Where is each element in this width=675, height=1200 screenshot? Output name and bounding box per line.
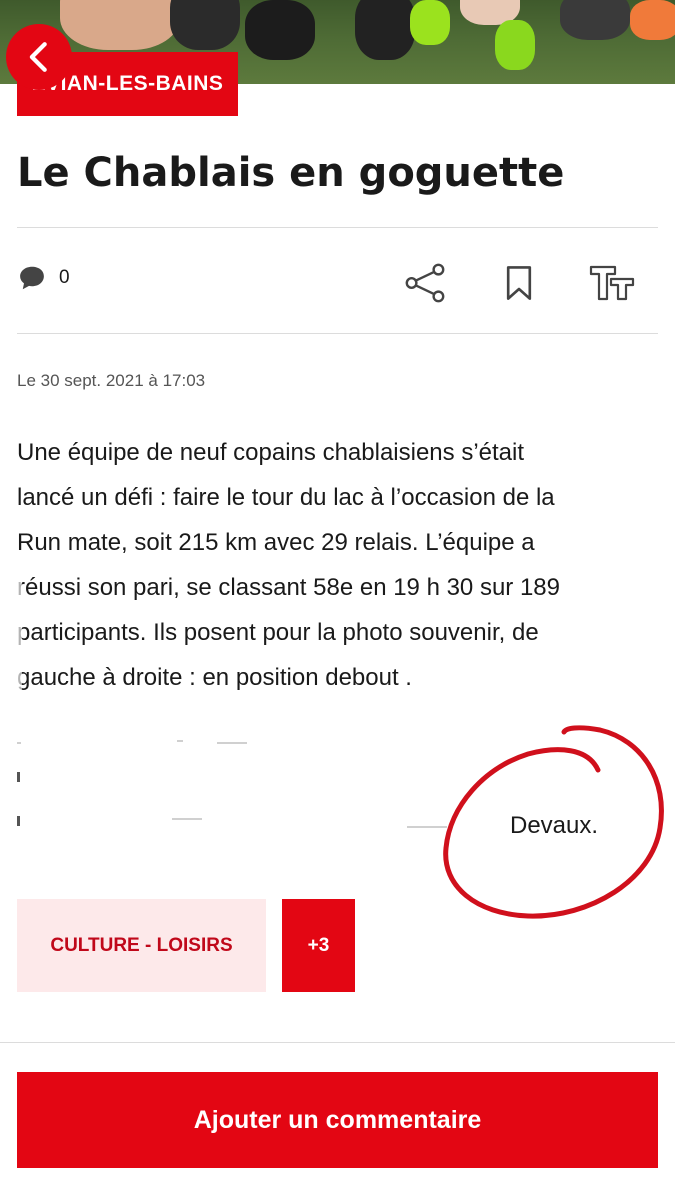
visible-name: Devaux. (510, 812, 599, 839)
body-line: réussi son pari, se classant 58e en 19 h… (17, 574, 560, 601)
chevron-left-icon (29, 42, 47, 72)
publish-date: Le 30 sept. 2021 à 17:03 (17, 371, 206, 390)
back-button[interactable] (6, 24, 72, 90)
more-tags-button[interactable]: +3 (282, 899, 355, 992)
bookmark-button[interactable] (494, 258, 544, 308)
comment-icon (20, 266, 44, 290)
article-body: Une équipe de neuf copains chablaisiens … (17, 430, 657, 700)
body-line: gauche à droite : en position debout . (17, 664, 412, 691)
tag-culture-loisirs[interactable]: CULTURE - LOISIRS (17, 899, 266, 992)
comments-link[interactable]: 0 (17, 263, 70, 293)
text-size-button[interactable] (587, 258, 637, 308)
divider (0, 1042, 675, 1043)
article-toolbar: 0 (17, 228, 658, 334)
divider (17, 333, 658, 334)
body-line: participants. Ils posent pour la photo s… (17, 619, 539, 646)
add-comment-button[interactable]: Ajouter un commentaire (17, 1072, 658, 1168)
edited-mask (0, 560, 22, 710)
share-button[interactable] (400, 258, 450, 308)
text-size-icon (589, 265, 635, 301)
bookmark-icon (506, 266, 532, 300)
body-line: Run mate, soit 215 km avec 29 relais. L’… (17, 529, 535, 556)
body-line: Une équipe de neuf copains chablaisiens … (17, 439, 525, 466)
body-line: lancé un défi : faire le tour du lac à l… (17, 484, 555, 511)
article-title: Le Chablais en goguette (17, 150, 565, 196)
comment-count: 0 (59, 267, 70, 288)
share-icon (405, 263, 445, 303)
redacted-text (17, 730, 457, 840)
